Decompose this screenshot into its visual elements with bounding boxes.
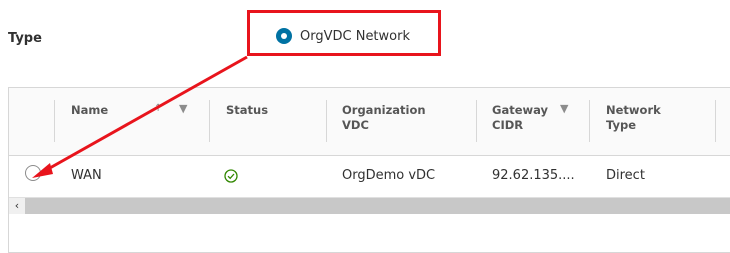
column-separator — [326, 100, 327, 142]
sort-arrow-icon[interactable]: ↑ — [154, 103, 162, 114]
status-ok-icon — [224, 169, 238, 183]
cell-gateway-cidr: 92.62.135.... — [492, 168, 575, 183]
column-header-organization-vdc[interactable]: Organization VDC — [342, 103, 426, 133]
network-datagrid: Name ↑ ▼ Status Organization VDC Gateway… — [8, 87, 730, 253]
column-separator — [209, 100, 210, 142]
type-label: Type — [8, 31, 42, 46]
table-row[interactable]: WAN OrgDemo vDC 92.62.135.... Direct — [9, 155, 730, 198]
column-header-network-type[interactable]: Network Type — [606, 103, 661, 133]
filter-icon[interactable]: ▼ — [179, 102, 187, 115]
column-separator — [715, 100, 716, 142]
filter-icon[interactable]: ▼ — [560, 102, 568, 115]
cell-network-type: Direct — [606, 168, 645, 183]
header-line: Gateway — [492, 103, 549, 117]
cell-organization-vdc: OrgDemo vDC — [342, 168, 436, 183]
header-line: Network — [606, 103, 661, 117]
cell-name: WAN — [71, 168, 102, 183]
header-line: Organization — [342, 103, 426, 117]
column-header-gateway-cidr[interactable]: Gateway CIDR — [492, 103, 548, 133]
scroll-left-button[interactable]: ‹ — [9, 198, 25, 214]
header-line: Type — [606, 118, 637, 132]
column-separator — [476, 100, 477, 142]
row-select-radio[interactable] — [25, 165, 41, 181]
column-separator — [54, 100, 55, 142]
header-line: VDC — [342, 118, 369, 132]
column-header-name[interactable]: Name — [71, 103, 108, 118]
column-separator — [589, 100, 590, 142]
header-line: CIDR — [492, 118, 524, 132]
horizontal-scrollbar[interactable]: ‹ — [9, 197, 730, 214]
datagrid-header: Name ↑ ▼ Status Organization VDC Gateway… — [9, 88, 730, 156]
column-header-status[interactable]: Status — [226, 103, 268, 118]
annotation-highlight-box — [247, 10, 441, 56]
